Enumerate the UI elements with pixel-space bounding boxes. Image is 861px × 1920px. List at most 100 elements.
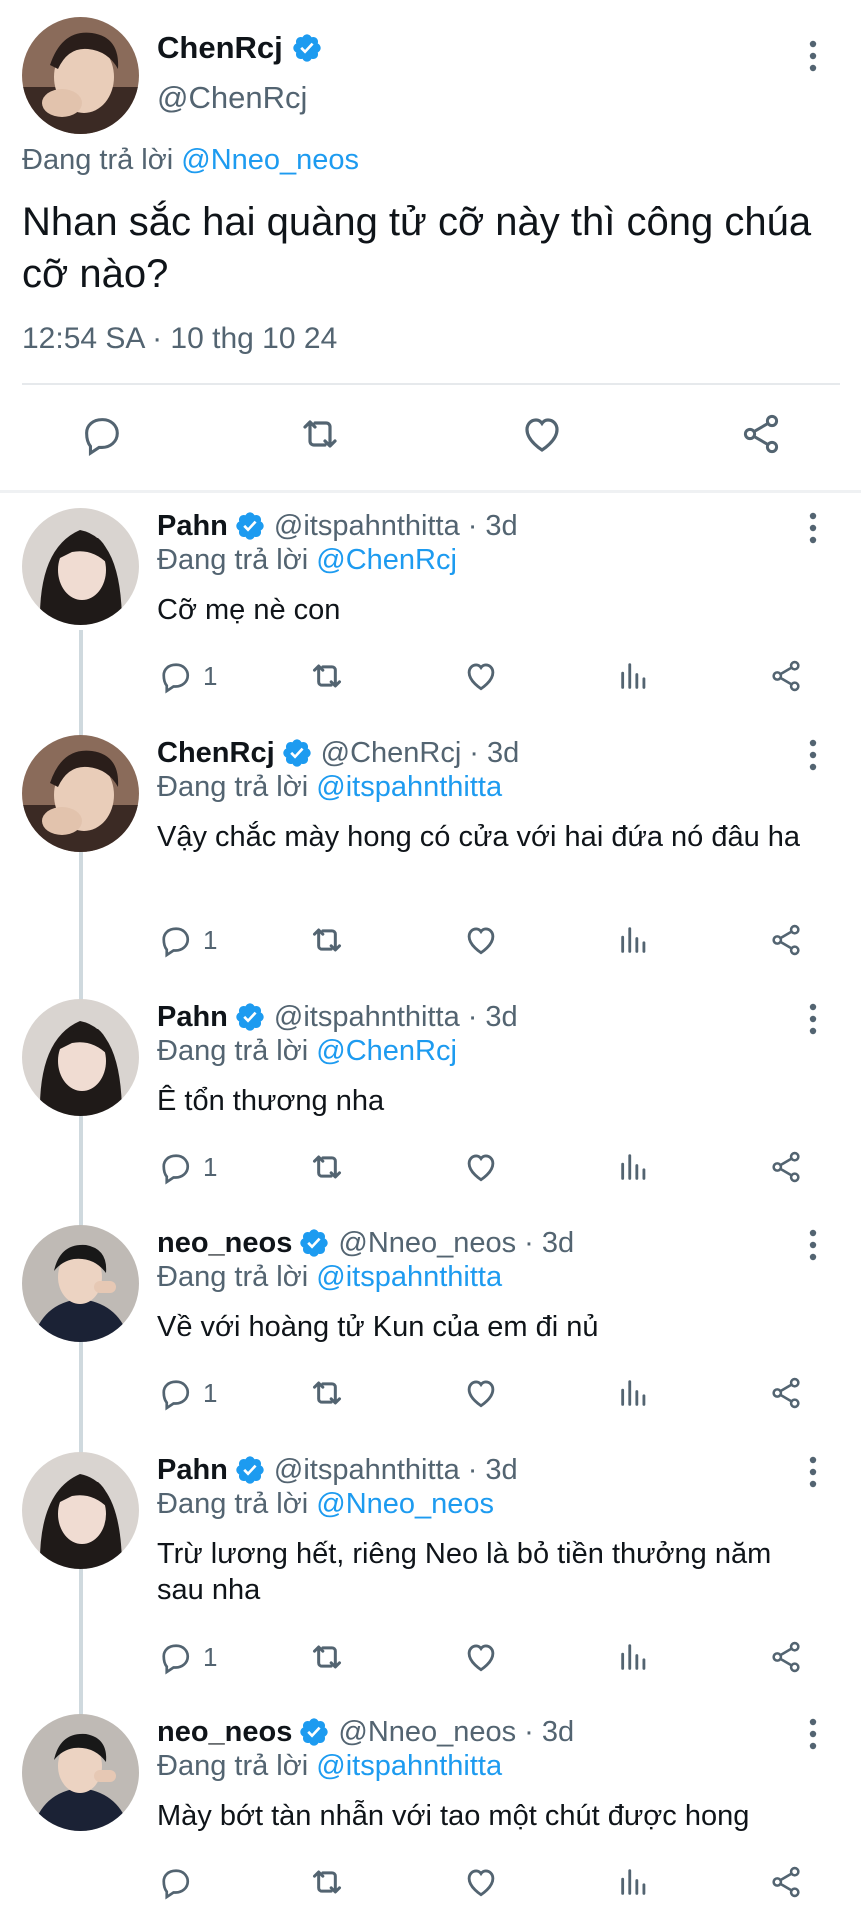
like-button[interactable]	[516, 408, 568, 460]
retweet-button[interactable]	[307, 1857, 347, 1907]
views-button[interactable]	[617, 651, 651, 701]
replying-prefix: Đang trả lời	[157, 1035, 309, 1067]
reply-button[interactable]	[157, 1857, 203, 1907]
author-name[interactable]: ChenRcj	[157, 737, 275, 770]
avatar[interactable]	[22, 17, 139, 134]
replying-to-link[interactable]: @itspahnthitta	[316, 771, 502, 803]
reply-tweet[interactable]: ChenRcj @ChenRcj · 3d Đang trả lời @itsp…	[0, 725, 861, 987]
author-handle[interactable]: @itspahnthitta	[274, 1001, 460, 1034]
avatar[interactable]	[22, 1452, 139, 1569]
vertical-ellipsis-icon[interactable]	[795, 1716, 831, 1752]
author-name[interactable]: Pahn	[157, 510, 228, 543]
reply-actions: 1	[0, 1368, 861, 1418]
separator-dot: ·	[469, 736, 479, 769]
reply-time[interactable]: 3d	[485, 510, 517, 543]
author-name[interactable]: Pahn	[157, 1454, 228, 1487]
reply-button[interactable]: 1	[157, 1368, 217, 1418]
replying-to: Đang trả lời @Nneo_neos	[157, 1488, 494, 1521]
vertical-ellipsis-icon[interactable]	[795, 38, 831, 74]
vertical-ellipsis-icon[interactable]	[795, 1227, 831, 1263]
divider	[0, 490, 861, 493]
reply-tweet[interactable]: Pahn @itspahnthitta · 3d Đang trả lời @N…	[0, 1442, 861, 1704]
like-button[interactable]	[462, 1368, 500, 1418]
main-tweet: ChenRcj @ChenRcj Đang trả lời @Nneo_neos…	[0, 0, 861, 490]
speech-bubble-icon	[162, 1869, 190, 1900]
reply-time[interactable]: 3d	[542, 1227, 574, 1260]
reply-time[interactable]: 3d	[542, 1716, 574, 1749]
share-icon	[772, 924, 800, 956]
retweet-button[interactable]	[307, 1632, 347, 1682]
avatar[interactable]	[22, 1225, 139, 1342]
reply-count: 1	[203, 1377, 218, 1408]
tweet-timestamp[interactable]: 12:54 SA · 10 thg 10 24	[22, 322, 337, 356]
author-handle[interactable]: @itspahnthitta	[274, 1454, 460, 1487]
replying-to-link[interactable]: @ChenRcj	[316, 544, 457, 576]
reply-header: Pahn @itspahnthitta · 3d	[157, 506, 518, 546]
retweet-icon	[313, 1645, 341, 1669]
speech-bubble-icon	[162, 663, 190, 694]
like-button[interactable]	[462, 1142, 500, 1192]
replying-prefix: Đang trả lời	[157, 544, 309, 576]
reply-button[interactable]: 1	[157, 1142, 217, 1192]
share-button[interactable]	[767, 1857, 805, 1907]
author-handle[interactable]: @ChenRcj	[321, 737, 462, 770]
share-button[interactable]	[767, 1142, 805, 1192]
retweet-button[interactable]	[294, 408, 346, 460]
reply-button[interactable]: 1	[157, 1632, 217, 1682]
reply-time[interactable]: 3d	[487, 737, 519, 770]
retweet-button[interactable]	[307, 1368, 347, 1418]
avatar[interactable]	[22, 508, 139, 625]
vertical-ellipsis-icon[interactable]	[795, 737, 831, 773]
replying-to-link[interactable]: @itspahnthitta	[316, 1750, 502, 1782]
replying-to-link[interactable]: @Nneo_neos	[181, 144, 359, 176]
heart-icon	[467, 927, 495, 955]
reply-tweet[interactable]: neo_neos @Nneo_neos · 3d Đang trả lời @i…	[0, 1704, 861, 1920]
reply-tweet[interactable]: neo_neos @Nneo_neos · 3d Đang trả lời @i…	[0, 1215, 861, 1441]
author-handle[interactable]: @itspahnthitta	[274, 510, 460, 543]
reply-count: 1	[203, 1151, 218, 1182]
views-button[interactable]	[617, 1142, 651, 1192]
vertical-ellipsis-icon[interactable]	[795, 1001, 831, 1037]
author-name[interactable]: ChenRcj	[157, 30, 283, 66]
reply-button[interactable]: 1	[157, 915, 217, 965]
replying-to-link[interactable]: @Nneo_neos	[316, 1488, 494, 1520]
author-name[interactable]: neo_neos	[157, 1716, 292, 1749]
retweet-button[interactable]	[307, 1142, 347, 1192]
share-button[interactable]	[767, 915, 805, 965]
share-button[interactable]	[767, 1632, 805, 1682]
author-handle[interactable]: @Nneo_neos	[338, 1716, 516, 1749]
share-button[interactable]	[735, 408, 787, 460]
like-button[interactable]	[462, 1857, 500, 1907]
author-name[interactable]: Pahn	[157, 1001, 228, 1034]
like-button[interactable]	[462, 651, 500, 701]
verified-badge-icon	[291, 32, 323, 64]
reply-button[interactable]	[75, 408, 127, 460]
vertical-ellipsis-icon[interactable]	[795, 510, 831, 546]
share-button[interactable]	[767, 651, 805, 701]
replying-to-link[interactable]: @ChenRcj	[316, 1035, 457, 1067]
avatar[interactable]	[22, 735, 139, 852]
author-handle[interactable]: @Nneo_neos	[338, 1227, 516, 1260]
replying-to-link[interactable]: @itspahnthitta	[316, 1261, 502, 1293]
avatar[interactable]	[22, 1714, 139, 1831]
vertical-ellipsis-icon[interactable]	[795, 1454, 831, 1490]
views-button[interactable]	[617, 1857, 651, 1907]
retweet-button[interactable]	[307, 915, 347, 965]
avatar[interactable]	[22, 999, 139, 1116]
author-handle[interactable]: @ChenRcj	[157, 80, 307, 116]
views-button[interactable]	[617, 1632, 651, 1682]
views-button[interactable]	[617, 915, 651, 965]
reply-tweet[interactable]: Pahn @itspahnthitta · 3d Đang trả lời @C…	[0, 989, 861, 1215]
reply-time[interactable]: 3d	[485, 1001, 517, 1034]
like-button[interactable]	[462, 1632, 500, 1682]
replying-prefix: Đang trả lời	[157, 1488, 309, 1520]
like-button[interactable]	[462, 915, 500, 965]
author-name[interactable]: neo_neos	[157, 1227, 292, 1260]
reply-tweet[interactable]: Pahn @itspahnthitta · 3d Đang trả lời @C…	[0, 498, 861, 724]
reply-count: 1	[203, 924, 218, 955]
reply-button[interactable]: 1	[157, 651, 217, 701]
reply-time[interactable]: 3d	[485, 1454, 517, 1487]
retweet-button[interactable]	[307, 651, 347, 701]
views-button[interactable]	[617, 1368, 651, 1418]
share-button[interactable]	[767, 1368, 805, 1418]
